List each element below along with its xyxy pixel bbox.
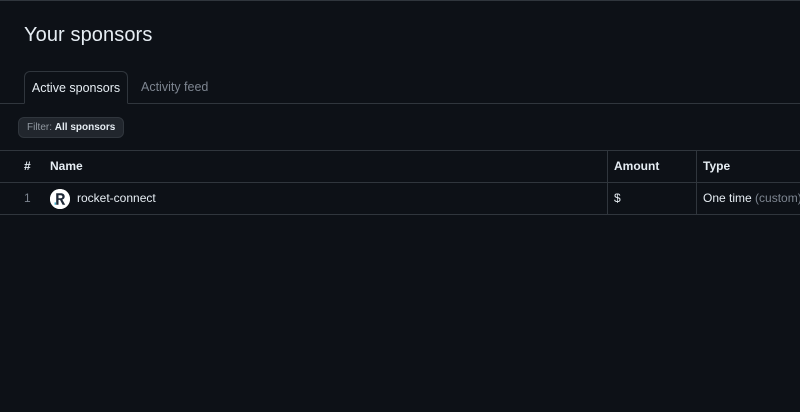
sponsors-table: # Name Amount Type 1 rocket-connect $ On…	[0, 150, 800, 215]
filter-prefix: Filter:	[27, 122, 52, 133]
sponsors-page: Your sponsors Active sponsors Activity f…	[0, 0, 800, 412]
sponsor-type-qualifier: (custom)	[755, 191, 800, 205]
avatar-logo-svg	[50, 188, 70, 209]
page-title: Your sponsors	[24, 24, 153, 46]
sponsor-name-link[interactable]: rocket-connect	[77, 183, 156, 214]
row-index: 1	[24, 191, 31, 205]
sponsor-type-cell: One time (custom)	[696, 183, 800, 214]
sponsor-type: One time	[703, 191, 752, 205]
sponsor-name-cell: rocket-connect	[50, 183, 606, 214]
column-header-type[interactable]: Type	[696, 151, 800, 182]
tab-activity-feed[interactable]: Activity feed	[129, 71, 220, 104]
sponsor-amount: $	[607, 183, 696, 214]
column-header-name[interactable]: Name	[50, 151, 606, 182]
table-row: 1 rocket-connect $ One time (custom)	[0, 183, 800, 215]
filter-button[interactable]: Filter: All sponsors	[18, 117, 125, 138]
tab-active-sponsors[interactable]: Active sponsors	[24, 71, 128, 104]
rocket-connect-logo-icon[interactable]	[50, 188, 70, 209]
top-divider	[0, 0, 800, 1]
filter-value: All sponsors	[54, 122, 116, 133]
column-header-amount[interactable]: Amount	[607, 151, 696, 182]
table-header-row: # Name Amount Type	[0, 151, 800, 183]
column-header-number: #	[24, 159, 31, 173]
